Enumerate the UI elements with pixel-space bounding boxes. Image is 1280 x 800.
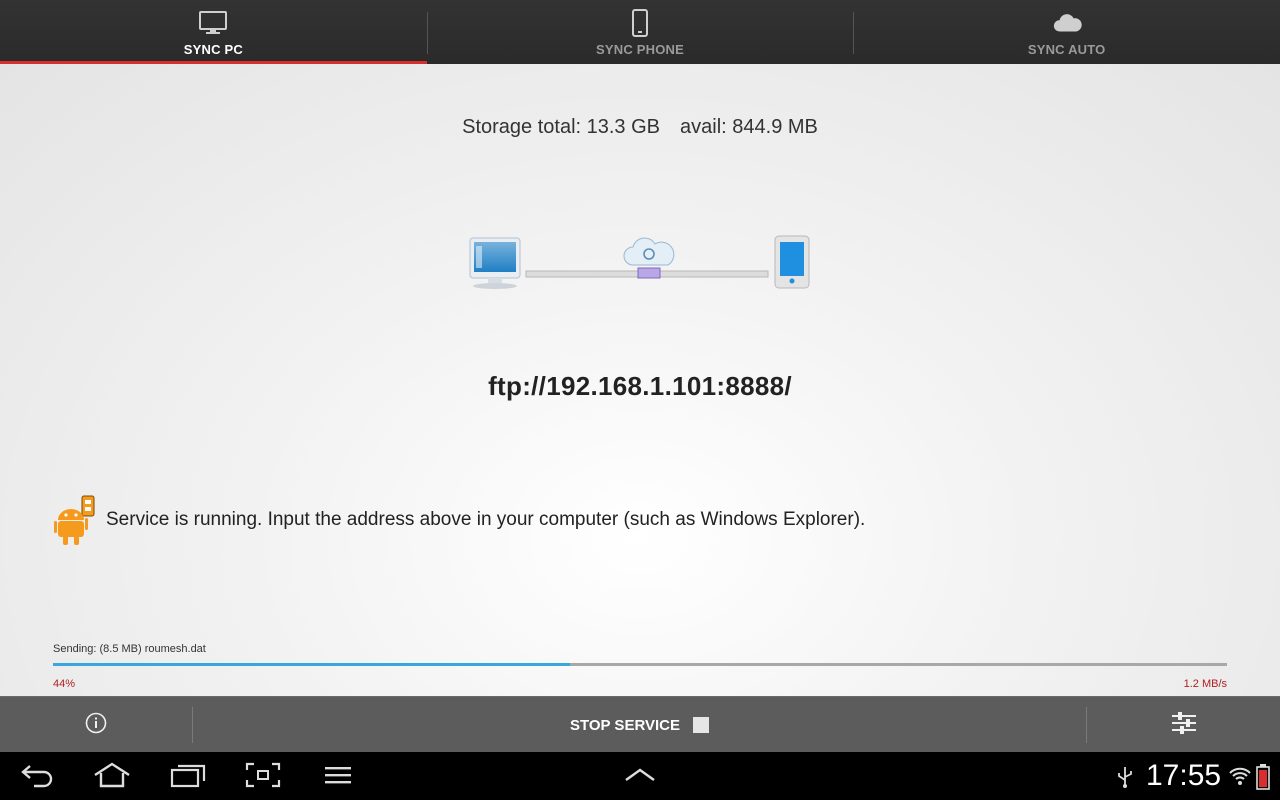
chevron-up-icon [623, 767, 657, 788]
status-message: Service is running. Input the address ab… [106, 509, 866, 530]
monitor-icon [198, 8, 228, 38]
clock: 17:55 [1146, 759, 1222, 792]
wifi-icon [1228, 764, 1252, 793]
tab-bar: SYNC PC SYNC PHONE SYNC AUTO [0, 0, 1280, 64]
back-button[interactable] [18, 760, 58, 794]
recent-apps-button[interactable] [168, 760, 208, 794]
settings-button[interactable] [1087, 697, 1280, 753]
computer-illustration-icon [469, 237, 521, 289]
progress-percent: 44% [53, 678, 76, 690]
sending-file-label: Sending: (8.5 MB) roumesh.dat [53, 643, 206, 655]
transfer-speed: 1.2 MB/s [1183, 678, 1227, 690]
info-button[interactable] [0, 697, 192, 753]
android-usb-icon [54, 494, 96, 546]
system-nav-bar: 17:55 [0, 752, 1280, 800]
progress-bar [53, 663, 1227, 666]
sync-diagram [468, 234, 813, 296]
main-content: Storage total: 13.3 GB avail: 844.9 MB f… [0, 64, 1280, 696]
screenshot-icon [245, 762, 281, 793]
tab-sync-pc[interactable]: SYNC PC [0, 0, 427, 64]
stop-service-button[interactable]: STOP SERVICE [193, 697, 1086, 753]
menu-button[interactable] [318, 760, 358, 794]
tab-sync-phone[interactable]: SYNC PHONE [426, 0, 854, 64]
storage-info: Storage total: 13.3 GB avail: 844.9 MB [0, 116, 1280, 139]
transfer-progress: Sending: (8.5 MB) roumesh.dat 44% 1.2 MB… [53, 643, 1227, 690]
phone-icon [625, 8, 655, 38]
usb-icon [1116, 766, 1134, 793]
storage-available: avail: 844.9 MB [680, 116, 818, 138]
tab-sync-auto[interactable]: SYNC AUTO [853, 0, 1280, 64]
expand-button[interactable] [620, 760, 660, 794]
back-icon [20, 762, 56, 793]
home-button[interactable] [92, 760, 132, 794]
progress-bar-fill [53, 663, 570, 666]
action-bar: STOP SERVICE [0, 696, 1280, 752]
sliders-icon [1171, 711, 1197, 740]
storage-total: Storage total: 13.3 GB [462, 116, 661, 138]
stop-square-icon [693, 717, 710, 733]
service-status: Service is running. Input the address ab… [54, 494, 865, 546]
tab-label: SYNC AUTO [1027, 42, 1106, 57]
phone-illustration-icon [774, 235, 810, 289]
home-icon [92, 762, 132, 793]
tab-label: SYNC PC [183, 42, 243, 57]
menu-icon [323, 765, 353, 790]
cloud-icon [1052, 8, 1082, 38]
stop-service-label: STOP SERVICE [569, 716, 681, 734]
recent-apps-icon [170, 762, 206, 793]
tab-label: SYNC PHONE [596, 42, 684, 57]
ftp-address: ftp://192.168.1.101:8888/ [488, 371, 792, 401]
info-icon [85, 712, 107, 739]
battery-icon [1256, 764, 1270, 795]
screenshot-button[interactable] [243, 760, 283, 794]
